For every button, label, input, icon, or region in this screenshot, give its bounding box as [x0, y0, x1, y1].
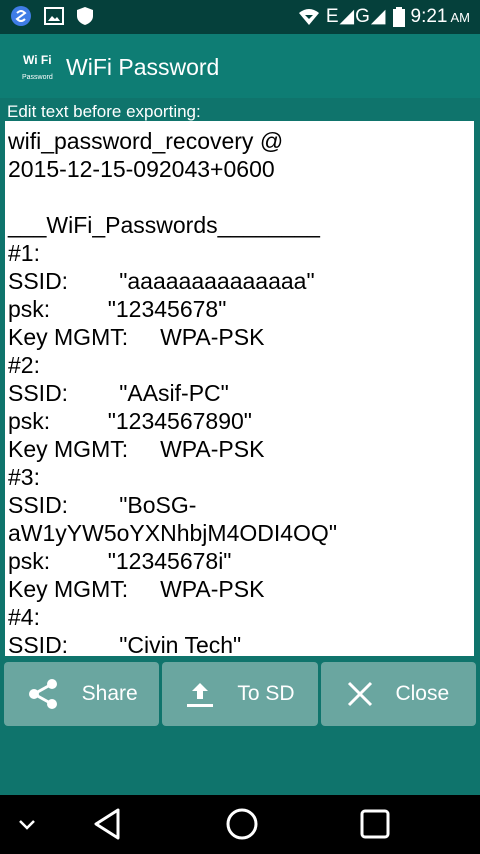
- editor-line: ___WiFi_Passwords________: [8, 212, 320, 238]
- app-logo-icon: Wi Fi Password: [20, 49, 58, 85]
- to-sd-button[interactable]: To SD: [162, 662, 318, 726]
- editor-line: SSID: "AAsif-PC": [8, 380, 229, 406]
- chevron-down-icon[interactable]: [16, 817, 38, 833]
- app-title: WiFi Password: [66, 54, 220, 80]
- logo-text-bottom: Password: [22, 74, 53, 81]
- clock: 9:21 AM: [411, 6, 470, 28]
- editor-line: aW1yYW5oYXNhbjM4ODI4OQ": [8, 520, 337, 546]
- to-sd-label: To SD: [237, 682, 295, 705]
- app-notification-icon: [11, 6, 31, 26]
- close-button[interactable]: Close: [320, 662, 476, 726]
- editor-line: psk: "12345678": [8, 296, 227, 322]
- shield-icon: [77, 7, 93, 25]
- notification-icons: [10, 5, 94, 27]
- editor-line: psk: "1234567890": [8, 408, 252, 434]
- editor-line: SSID: "BoSG-: [8, 492, 197, 518]
- main-content: Edit text before exporting: wifi_passwor…: [0, 98, 480, 795]
- upload-icon: [187, 683, 214, 707]
- network-type: E◢G◢: [325, 6, 387, 27]
- editor-line: SSID: "Civin Tech": [8, 632, 242, 656]
- clock-time: 9:21: [410, 5, 448, 27]
- image-icon: [44, 7, 64, 25]
- share-button[interactable]: Share: [4, 662, 160, 726]
- close-icon: [348, 681, 373, 707]
- screen: E◢G◢ 9:21 AM Wi Fi Password WiFi Password…: [0, 0, 480, 854]
- editor-line: SSID: "aaaaaaaaaaaaaa": [8, 268, 315, 294]
- editor-line: psk: "12345678i": [8, 548, 232, 574]
- battery-icon: [392, 6, 405, 27]
- edit-label: Edit text before exporting:: [7, 102, 201, 121]
- editor-line: #3:: [8, 464, 40, 490]
- share-icon: [28, 679, 57, 709]
- editor-line: wifi_password_recovery @: [8, 128, 284, 154]
- clock-ampm: AM: [450, 9, 471, 25]
- logo-text-top: Wi Fi: [23, 53, 52, 67]
- recents-icon[interactable]: [360, 809, 390, 839]
- close-label: Close: [395, 682, 450, 705]
- editor-line: #4:: [8, 604, 40, 630]
- wifi-icon: [298, 8, 319, 25]
- back-icon[interactable]: [92, 807, 122, 841]
- editor-line: Key MGMT: WPA-PSK: [8, 324, 265, 350]
- app-bar: Wi Fi Password WiFi Password: [0, 34, 480, 98]
- share-label: Share: [81, 682, 138, 705]
- editor-line: Key MGMT: WPA-PSK: [8, 436, 265, 462]
- status-bar: E◢G◢ 9:21 AM: [0, 0, 480, 34]
- system-indicators: E◢G◢ 9:21 AM: [298, 5, 470, 28]
- navigation-bar: [0, 795, 480, 854]
- export-text-editor[interactable]: wifi_password_recovery @2015-12-15-09204…: [5, 121, 474, 656]
- action-buttons: Share To SD Close: [4, 662, 476, 726]
- editor-line: Key MGMT: WPA-PSK: [8, 576, 265, 602]
- home-icon[interactable]: [225, 807, 259, 841]
- editor-line: #1:: [8, 240, 40, 266]
- editor-line: #2:: [8, 352, 40, 378]
- editor-line: 2015-12-15-092043+0600: [8, 156, 275, 182]
